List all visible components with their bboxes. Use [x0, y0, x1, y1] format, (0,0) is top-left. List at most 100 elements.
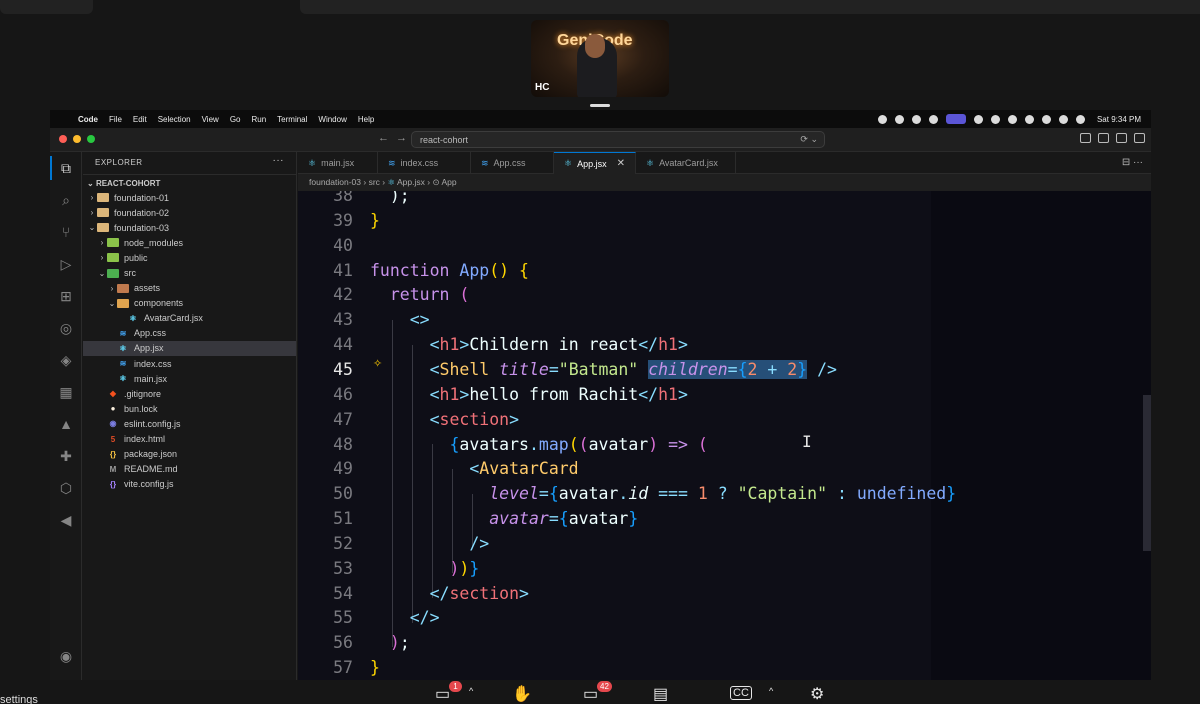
- tab-avatarcard-jsx[interactable]: ⚛ AvatarCard.jsx: [636, 152, 736, 174]
- code-line[interactable]: 51 avatar={avatar}: [298, 507, 1151, 532]
- flutter-icon[interactable]: ◀: [58, 512, 74, 528]
- extensions-icon[interactable]: ⊞: [58, 288, 74, 304]
- tree-item[interactable]: ⚛ App.jsx: [83, 340, 296, 357]
- tree-item[interactable]: ≋ index.css: [83, 356, 296, 371]
- code-line[interactable]: 44 <h1>Childern in react</h1>: [298, 333, 1151, 358]
- tree-item[interactable]: ⌄ src: [83, 265, 296, 280]
- chevron-right-icon[interactable]: ›: [97, 253, 107, 262]
- code-line[interactable]: 39}: [298, 209, 1151, 234]
- menu-clock[interactable]: Sat 9:34 PM: [1097, 115, 1141, 124]
- code-editor[interactable]: ✧ I 38 ); 39} 40 41 function App() {42 retur…: [298, 191, 1151, 680]
- drag-handle[interactable]: [590, 104, 610, 107]
- menu-edit[interactable]: Edit: [133, 115, 147, 124]
- code-line[interactable]: 50 level={avatar.id === 1 ? "Captain" : …: [298, 482, 1151, 507]
- source-control-icon[interactable]: ⑂: [58, 224, 74, 240]
- captions-icon[interactable]: CC: [730, 686, 752, 700]
- breadcrumb-file[interactable]: App.jsx: [397, 177, 425, 187]
- tab-main-jsx[interactable]: ⚛ main.jsx: [298, 152, 378, 174]
- code-line[interactable]: 45 <Shell title="Batman" children={2 + 2…: [298, 358, 1151, 383]
- breadcrumb-folder[interactable]: foundation-03: [309, 177, 361, 187]
- code-line[interactable]: 49 <AvatarCard: [298, 457, 1151, 482]
- code-line[interactable]: 43 <>: [298, 308, 1151, 333]
- menu-terminal[interactable]: Terminal: [277, 115, 307, 124]
- code-line[interactable]: 55 </>: [298, 606, 1151, 631]
- chevron-down-icon[interactable]: ⌄: [97, 269, 107, 278]
- tree-item[interactable]: ⌄ components: [83, 296, 296, 311]
- chevron-right-icon[interactable]: ›: [87, 193, 97, 202]
- explorer-icon[interactable]: ⧉: [58, 160, 74, 176]
- tree-item[interactable]: ◆ .gitignore: [83, 386, 296, 401]
- tray-icon-3[interactable]: [911, 114, 921, 124]
- settings-label[interactable]: settings: [0, 694, 38, 704]
- tree-item[interactable]: {} package.json: [83, 447, 296, 462]
- code-line[interactable]: 47 <section>: [298, 408, 1151, 433]
- tree-item[interactable]: › foundation-02: [83, 205, 296, 220]
- tree-item[interactable]: ◉ eslint.config.js: [83, 416, 296, 431]
- code-line[interactable]: 48 {avatars.map((avatar) => (: [298, 433, 1151, 458]
- container-icon[interactable]: ⬡: [58, 480, 74, 496]
- tray-icon-6[interactable]: [990, 114, 1000, 124]
- settings-gear-icon[interactable]: ⚙: [810, 684, 824, 704]
- code-line[interactable]: 54 </section>: [298, 582, 1151, 607]
- toggle-secondary-sidebar-icon[interactable]: [1134, 133, 1145, 143]
- tray-icon-2[interactable]: [894, 114, 904, 124]
- tree-item[interactable]: 5 index.html: [83, 432, 296, 447]
- tab-app-css[interactable]: ≋ App.css: [471, 152, 554, 174]
- screen-share-indicator-icon[interactable]: [945, 114, 966, 124]
- spotlight-icon[interactable]: [1075, 114, 1085, 124]
- toggle-panel-icon[interactable]: [1116, 133, 1127, 143]
- tree-item[interactable]: ⚛ main.jsx: [83, 371, 296, 386]
- tree-item[interactable]: › assets: [83, 281, 296, 296]
- code-line[interactable]: 41 function App() {: [298, 259, 1151, 284]
- close-window-button[interactable]: [59, 135, 67, 143]
- code-line[interactable]: 57}: [298, 656, 1151, 680]
- customize-layout-icon[interactable]: [1080, 133, 1091, 143]
- tree-item[interactable]: › node_modules: [83, 235, 296, 250]
- captions-options-caret-icon[interactable]: ^: [769, 686, 773, 696]
- bluetooth-icon[interactable]: [1024, 114, 1034, 124]
- account-icon[interactable]: ◉: [58, 648, 74, 664]
- chevron-right-icon[interactable]: ›: [87, 208, 97, 217]
- menu-view[interactable]: View: [202, 115, 219, 124]
- layers-icon[interactable]: ◈: [58, 352, 74, 368]
- qa-icon[interactable]: ▭: [583, 684, 598, 704]
- wifi-icon[interactable]: [1041, 114, 1051, 124]
- forward-arrow-icon[interactable]: →: [396, 132, 407, 144]
- toggle-sidebar-icon[interactable]: [1098, 133, 1109, 143]
- chat-options-caret-icon[interactable]: ^: [469, 686, 473, 696]
- tab-app-jsx[interactable]: ⚛ App.jsx ✕: [554, 152, 636, 174]
- menu-window[interactable]: Window: [318, 115, 346, 124]
- copilot-icon[interactable]: ⟳ ⌄: [800, 134, 818, 145]
- split-editor-icon[interactable]: ⊟ ···: [1122, 157, 1143, 168]
- menu-file[interactable]: File: [109, 115, 122, 124]
- tree-item[interactable]: › public: [83, 250, 296, 265]
- code-line[interactable]: 40: [298, 234, 1151, 259]
- speaker-video-thumbnail[interactable]: GeniCode HC: [531, 20, 669, 97]
- code-line[interactable]: 46 <h1>hello from Rachit</h1>: [298, 383, 1151, 408]
- chat-icon[interactable]: ▭: [435, 684, 450, 704]
- tray-icon-4[interactable]: [928, 114, 938, 124]
- notes-icon[interactable]: ▤: [653, 684, 668, 704]
- battery-icon[interactable]: [1007, 114, 1017, 124]
- tab-index-css[interactable]: ≋ index.css: [378, 152, 471, 174]
- minimize-window-button[interactable]: [73, 135, 81, 143]
- tree-item[interactable]: ⚛ AvatarCard.jsx: [83, 311, 296, 326]
- database-icon[interactable]: ◎: [58, 320, 74, 336]
- code-line[interactable]: 56 );: [298, 631, 1151, 656]
- search-icon[interactable]: ⌕: [58, 192, 74, 208]
- menu-selection[interactable]: Selection: [158, 115, 191, 124]
- menu-go[interactable]: Go: [230, 115, 241, 124]
- tree-item[interactable]: M README.md: [83, 462, 296, 477]
- chevron-right-icon[interactable]: ›: [107, 284, 117, 293]
- image-preview-icon[interactable]: ▦: [58, 384, 74, 400]
- breadcrumb-src[interactable]: src: [369, 177, 380, 187]
- deploy-icon[interactable]: ▲: [58, 416, 74, 432]
- python-icon[interactable]: ✚: [58, 448, 74, 464]
- run-debug-icon[interactable]: ▷: [58, 256, 74, 272]
- back-arrow-icon[interactable]: ←: [378, 132, 389, 144]
- code-line[interactable]: 52 />: [298, 532, 1151, 557]
- control-center-icon[interactable]: [1058, 114, 1068, 124]
- code-line[interactable]: 53 ))}: [298, 557, 1151, 582]
- chevron-down-icon[interactable]: ⌄: [87, 223, 97, 232]
- tree-item[interactable]: ⌄ foundation-03: [83, 220, 296, 235]
